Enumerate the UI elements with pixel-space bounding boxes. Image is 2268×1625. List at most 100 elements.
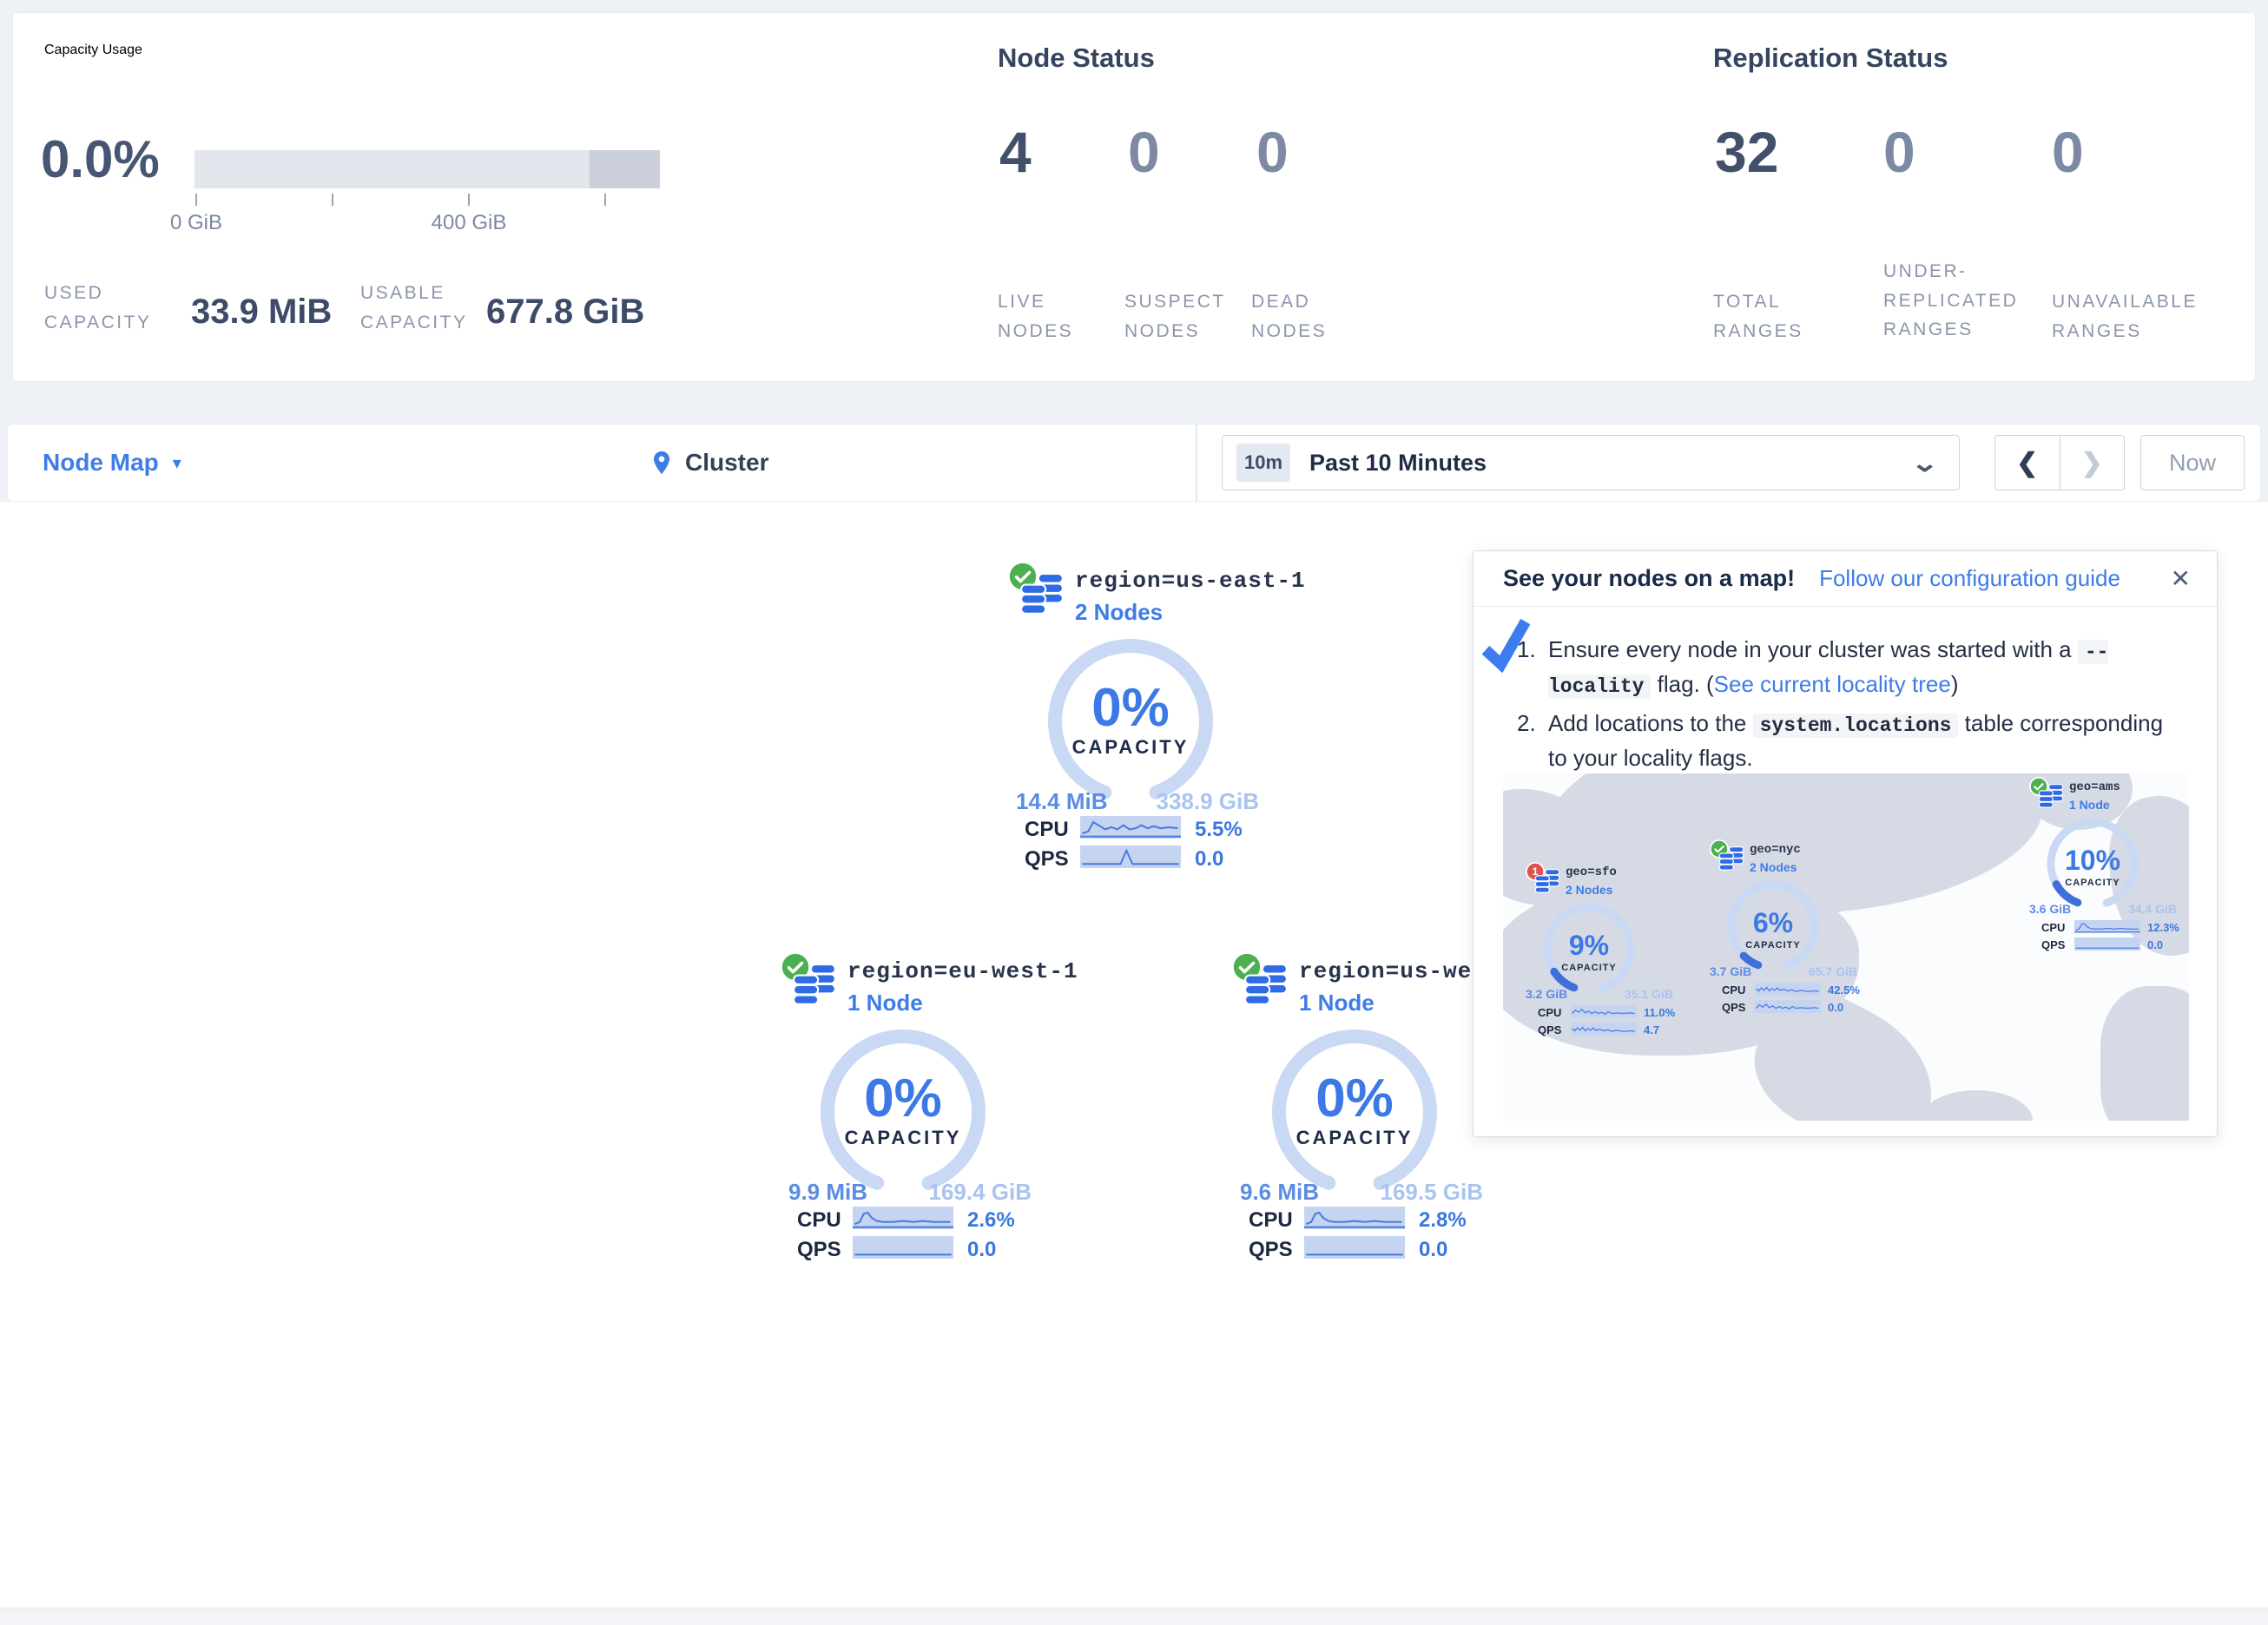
region-nodes-link[interactable]: 1 Node bbox=[847, 990, 923, 1016]
cpu-label: CPU bbox=[2041, 921, 2065, 934]
step-text: flag. ( bbox=[1651, 671, 1713, 697]
qps-value: 0.0 bbox=[1419, 1238, 1447, 1262]
capacity-label: CAPACITY bbox=[816, 1127, 990, 1149]
qps-sparkline bbox=[853, 1236, 953, 1259]
capacity-usage-bar-used-segment bbox=[590, 150, 660, 188]
database-stack-icon bbox=[1534, 869, 1560, 894]
qps-label: QPS bbox=[1249, 1238, 1293, 1262]
time-forward-button[interactable]: ❯ bbox=[2060, 436, 2125, 490]
step-text: Add locations to the bbox=[1548, 710, 1753, 736]
qps-sparkline bbox=[1571, 1023, 1637, 1036]
capacity-total-value: 169.5 GiB bbox=[1361, 1179, 1483, 1206]
region-node-us-east-1[interactable]: region=us-east-1 2 Nodes 0% CAPACITY 14.… bbox=[1007, 561, 1268, 856]
close-icon[interactable]: ✕ bbox=[2171, 567, 2191, 591]
capacity-label: CAPACITY bbox=[1546, 963, 1632, 973]
capacity-used-value: 9.9 MiB bbox=[788, 1179, 867, 1206]
unavailable-ranges-label: UNAVAILABLE RANGES bbox=[2052, 287, 2208, 345]
cpu-label: CPU bbox=[1249, 1208, 1293, 1233]
geo-nodes-link[interactable]: 1 Node bbox=[2069, 798, 2110, 812]
axis-label-0gib: 0 GiB bbox=[144, 211, 248, 235]
qps-sparkline bbox=[1080, 845, 1181, 868]
geo-locality-label: geo=nyc bbox=[1750, 843, 1801, 857]
qps-label: QPS bbox=[1722, 1001, 1745, 1014]
unavailable-ranges-value: 0 bbox=[2052, 119, 2084, 185]
cluster-summary-card: Capacity Usage 0.0% 0 GiB 400 GiB USED C… bbox=[12, 12, 2256, 382]
qps-value: 0.0 bbox=[967, 1238, 996, 1262]
suspect-nodes-value: 0 bbox=[1128, 119, 1160, 185]
axis-label-400gib: 400 GiB bbox=[408, 211, 530, 235]
axis-tick bbox=[195, 194, 197, 206]
locality-tree-link[interactable]: See current locality tree bbox=[1714, 671, 1951, 697]
qps-sparkline bbox=[1304, 1236, 1405, 1259]
qps-value: 4.7 bbox=[1644, 1023, 1659, 1036]
cpu-label: CPU bbox=[1025, 818, 1069, 842]
cpu-sparkline bbox=[2074, 920, 2140, 933]
time-step-buttons: ❮ ❯ bbox=[1994, 435, 2125, 490]
capacity-total-value: 35.1 GiB bbox=[1604, 987, 1673, 1001]
capacity-usage-bar bbox=[194, 150, 660, 188]
region-nodes-link[interactable]: 1 Node bbox=[1299, 990, 1375, 1016]
total-ranges-value: 32 bbox=[1715, 119, 1778, 185]
map-landmass bbox=[2100, 986, 2189, 1121]
capacity-used-value: 14.4 MiB bbox=[1016, 788, 1108, 815]
cpu-value: 12.3% bbox=[2147, 921, 2179, 934]
capacity-usage-title: Capacity Usage bbox=[44, 43, 142, 58]
database-stack-icon bbox=[792, 964, 837, 1007]
qps-value: 0.0 bbox=[1828, 1001, 1843, 1014]
capacity-percent: 0% bbox=[1268, 1068, 1441, 1129]
breadcrumb[interactable]: Cluster bbox=[649, 424, 768, 501]
instruction-step-2: 2. Add locations to the system.locations… bbox=[1517, 707, 2182, 775]
chevron-down-icon: ▾ bbox=[173, 452, 181, 474]
database-stack-icon bbox=[1019, 573, 1065, 616]
database-stack-icon bbox=[2038, 784, 2064, 809]
region-node-eu-west-1[interactable]: region=eu-west-1 1 Node 0% CAPACITY 9.9 … bbox=[780, 951, 1040, 1247]
cpu-label: CPU bbox=[797, 1208, 841, 1233]
cpu-value: 11.0% bbox=[1644, 1006, 1675, 1019]
axis-tick bbox=[468, 194, 470, 206]
database-stack-icon bbox=[1243, 964, 1289, 1007]
dead-nodes-label: DEAD NODES bbox=[1251, 287, 1360, 345]
view-selector-label: Node Map bbox=[43, 449, 159, 477]
cpu-value: 2.6% bbox=[967, 1208, 1015, 1233]
capacity-label: CAPACITY bbox=[1268, 1127, 1441, 1149]
qps-label: QPS bbox=[2041, 938, 2065, 951]
configuration-guide-link[interactable]: Follow our configuration guide bbox=[1819, 565, 2120, 592]
capacity-label: CAPACITY bbox=[1730, 940, 1816, 951]
cpu-sparkline bbox=[1571, 1005, 1637, 1018]
suspect-nodes-label: SUSPECT NODES bbox=[1124, 287, 1233, 345]
time-range-value: Past 10 Minutes bbox=[1309, 450, 1487, 477]
system-locations-code: system.locations bbox=[1753, 714, 1959, 738]
geo-node-sfo[interactable]: geo=sfo 2 Nodes 9% CAPACITY 3.2 GiB 35.1… bbox=[1526, 860, 1682, 1038]
qps-label: QPS bbox=[1538, 1023, 1561, 1036]
capacity-total-value: 169.4 GiB bbox=[910, 1179, 1032, 1206]
capacity-percent: 9% bbox=[1546, 930, 1632, 962]
popup-instructions: 1. Ensure every node in your cluster was… bbox=[1517, 633, 2182, 780]
geo-nodes-link[interactable]: 2 Nodes bbox=[1750, 860, 1797, 874]
cpu-sparkline bbox=[1080, 816, 1181, 839]
capacity-label: CAPACITY bbox=[2049, 878, 2136, 888]
capacity-total-value: 34.4 GiB bbox=[2107, 902, 2177, 916]
now-button[interactable]: Now bbox=[2140, 435, 2245, 490]
geo-node-ams[interactable]: geo=ams 1 Node 10% CAPACITY 3.6 GiB 34.4… bbox=[2029, 775, 2186, 953]
capacity-percent: 6% bbox=[1730, 907, 1816, 939]
geo-node-nyc[interactable]: geo=nyc 2 Nodes 6% CAPACITY 3.7 GiB 65.7… bbox=[1710, 838, 1866, 1016]
node-map-config-popup: See your nodes on a map! Follow our conf… bbox=[1473, 550, 2218, 1137]
dropdown-caret-icon: ⌄ bbox=[1910, 449, 1939, 477]
instruction-step-1: 1. Ensure every node in your cluster was… bbox=[1517, 633, 2182, 701]
geo-nodes-link[interactable]: 2 Nodes bbox=[1566, 883, 1612, 897]
under-replicated-ranges-value: 0 bbox=[1883, 119, 1915, 185]
view-selector[interactable]: Node Map ▾ bbox=[43, 424, 181, 501]
capacity-total-value: 338.9 GiB bbox=[1137, 788, 1259, 815]
breadcrumb-cluster: Cluster bbox=[685, 449, 768, 477]
step-text: Ensure every node in your cluster was st… bbox=[1548, 636, 2078, 662]
axis-tick bbox=[332, 194, 333, 206]
region-nodes-link[interactable]: 2 Nodes bbox=[1075, 599, 1163, 626]
cpu-value: 42.5% bbox=[1828, 984, 1860, 997]
time-range-dropdown[interactable]: 10m Past 10 Minutes ⌄ bbox=[1222, 435, 1960, 490]
capacity-percent: 0% bbox=[1044, 677, 1217, 739]
region-node-us-west-1[interactable]: region=us-west-1 1 Node 0% CAPACITY 9.6 … bbox=[1231, 951, 1492, 1247]
cpu-value: 2.8% bbox=[1419, 1208, 1467, 1233]
time-back-button[interactable]: ❮ bbox=[1995, 436, 2060, 490]
total-ranges-label: TOTAL RANGES bbox=[1713, 287, 1826, 345]
live-nodes-label: LIVE NODES bbox=[998, 287, 1106, 345]
